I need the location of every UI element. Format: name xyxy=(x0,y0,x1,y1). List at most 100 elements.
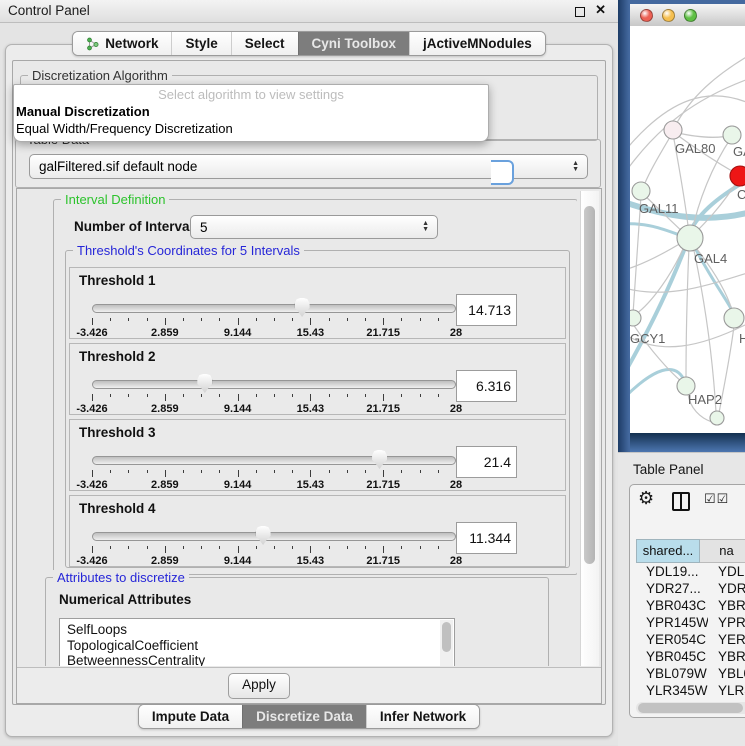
dropdown-item[interactable]: Manual Discretization xyxy=(14,103,488,120)
tab-impute-data[interactable]: Impute Data xyxy=(139,705,242,728)
num-intervals-combo[interactable]: 5 ▲▼ xyxy=(190,215,438,239)
network-view-window: GAL80GACGAL11GAL4GCY1HHAP2 xyxy=(618,0,745,452)
table-row[interactable]: YPR145WYPR1 xyxy=(636,614,745,631)
bottom-tab-strip: Impute DataDiscretize DataInfer Network xyxy=(0,704,618,729)
tab-network[interactable]: Network xyxy=(73,32,171,55)
tab-style[interactable]: Style xyxy=(171,32,230,55)
settings-scrollbar-thumb[interactable] xyxy=(584,206,595,564)
interval-definition-group: Interval Definition Number of Intervals … xyxy=(53,199,577,575)
slider-thumb[interactable] xyxy=(197,374,212,393)
dropdown-item[interactable]: Equal Width/Frequency Discretization xyxy=(14,120,488,137)
tab-discretize-data[interactable]: Discretize Data xyxy=(242,705,366,728)
threshold-panel: Threshold 3-3.4262.8599.14415.4321.71528… xyxy=(69,419,566,491)
threshold-value-field[interactable]: 21.4 xyxy=(456,446,517,478)
split-columns-icon[interactable] xyxy=(672,492,690,511)
float-window-icon[interactable] xyxy=(575,7,585,17)
group-title: Interval Definition xyxy=(61,192,169,207)
attribute-list-item[interactable]: SelfLoops xyxy=(60,622,454,638)
slider-thumb[interactable] xyxy=(256,526,271,545)
threshold-slider[interactable]: -3.4262.8599.14415.4321.71528 xyxy=(92,300,456,336)
list-scrollbar-thumb[interactable] xyxy=(442,622,451,652)
select-columns-icon[interactable]: ☑☑ xyxy=(704,491,729,507)
threshold-value-field[interactable]: 11.344 xyxy=(456,522,517,554)
group-title: Attributes to discretize xyxy=(53,570,189,585)
network-node[interactable] xyxy=(677,225,703,251)
settings-scrollbar[interactable] xyxy=(580,191,599,666)
numerical-attributes-label: Numerical Attributes xyxy=(59,592,191,607)
network-node[interactable] xyxy=(664,121,682,139)
table-row[interactable]: YLR345WYLR3 xyxy=(636,682,745,699)
node-label: C xyxy=(737,187,745,202)
gear-icon[interactable]: ⚙ xyxy=(638,488,654,509)
network-node[interactable] xyxy=(730,166,745,186)
tab-label: Cyni Toolbox xyxy=(312,35,397,52)
threshold-label: Threshold 4 xyxy=(79,501,156,516)
control-panel-titlebar: Control Panel ✕ xyxy=(0,0,618,23)
table-row[interactable]: YBR045CYBR0 xyxy=(636,648,745,665)
table-row[interactable]: YBR043CYBR0 xyxy=(636,597,745,614)
table-hscrollbar-thumb[interactable] xyxy=(638,703,743,713)
table-row[interactable]: YDR27...YDR2 xyxy=(636,580,745,597)
slider-thumb[interactable] xyxy=(372,450,387,469)
mac-close-button[interactable] xyxy=(640,9,653,22)
top-tab-strip: Network Style Select Cyni Toolbox jActiveMNo… xyxy=(0,31,618,56)
dropdown-prompt: Select algorithm to view settings xyxy=(14,87,488,103)
tab-cyni-toolbox[interactable]: Cyni Toolbox xyxy=(298,32,410,55)
cell-shared-name: YPR145W xyxy=(636,614,708,631)
table-hscrollbar[interactable] xyxy=(636,702,745,714)
slider-track[interactable] xyxy=(92,380,456,389)
threshold-value-field[interactable]: 6.316 xyxy=(456,370,517,402)
cell-name: YER0 xyxy=(708,631,745,648)
threshold-panel: Threshold 4 -3.4262.8599.14415.4321.71528… xyxy=(69,495,566,567)
node-label: GA xyxy=(733,144,745,159)
control-panel: Control Panel ✕ Network Style Select Cyni T… xyxy=(0,0,618,745)
network-canvas[interactable]: GAL80GACGAL11GAL4GCY1HHAP2 xyxy=(630,26,745,433)
slider-track[interactable] xyxy=(92,304,456,313)
network-node[interactable] xyxy=(630,310,641,326)
apply-button[interactable]: Apply xyxy=(228,673,290,699)
network-edge[interactable] xyxy=(630,78,745,174)
network-node[interactable] xyxy=(724,308,744,328)
numerical-attributes-list[interactable]: SelfLoopsTopologicalCoefficientBetweenne… xyxy=(59,618,455,666)
network-edge[interactable] xyxy=(673,56,745,130)
mac-minimize-button[interactable] xyxy=(662,9,675,22)
table-row[interactable]: YBL079WYBL0 xyxy=(636,665,745,682)
tab-infer-network[interactable]: Infer Network xyxy=(366,705,479,728)
cell-shared-name: YBR043C xyxy=(636,597,708,614)
attribute-list-item[interactable]: BetweennessCentrality xyxy=(60,653,454,666)
threshold-slider[interactable]: -3.4262.8599.14415.4321.71528 xyxy=(92,528,456,564)
tab-label: jActiveMNodules xyxy=(423,35,532,52)
cell-shared-name: YBR045C xyxy=(636,648,708,665)
slider-track[interactable] xyxy=(92,456,456,465)
network-node[interactable] xyxy=(723,126,741,144)
tab-label: Style xyxy=(185,35,217,52)
cell-name: YBL0 xyxy=(708,665,745,682)
network-edge[interactable] xyxy=(686,246,689,378)
column-header[interactable]: na xyxy=(700,539,745,563)
close-icon[interactable]: ✕ xyxy=(595,2,606,18)
tab-select[interactable]: Select xyxy=(231,32,298,55)
network-node[interactable] xyxy=(632,182,650,200)
node-label: GAL80 xyxy=(675,141,715,156)
table-row[interactable]: YDL19...YDL1 xyxy=(636,563,745,580)
tab-label: Select xyxy=(245,35,285,52)
network-edge[interactable] xyxy=(643,132,673,188)
slider-tick-labels: -3.4262.8599.14415.4321.71528 xyxy=(92,327,456,339)
column-header[interactable]: shared... xyxy=(636,539,700,563)
threshold-slider[interactable]: -3.4262.8599.14415.4321.71528 xyxy=(92,452,456,488)
algorithm-combo-focused-fragment[interactable] xyxy=(491,160,514,185)
network-window-frame-bottom xyxy=(630,433,745,452)
slider-track[interactable] xyxy=(92,532,456,541)
mac-zoom-button[interactable] xyxy=(684,9,697,22)
list-scrollbar[interactable] xyxy=(440,620,453,666)
tab-jactivemnodules[interactable]: jActiveMNodules xyxy=(409,32,545,55)
table-row[interactable]: YIL053CYIL0 xyxy=(636,699,745,701)
attribute-list-item[interactable]: TopologicalCoefficient xyxy=(60,638,454,654)
threshold-value-field[interactable]: 14.713 xyxy=(456,294,517,326)
network-edge[interactable] xyxy=(630,240,688,374)
network-node[interactable] xyxy=(710,411,724,425)
slider-thumb[interactable] xyxy=(295,298,310,317)
cell-shared-name: YLR345W xyxy=(636,682,708,699)
table-row[interactable]: YER054CYER0 xyxy=(636,631,745,648)
threshold-slider[interactable]: -3.4262.8599.14415.4321.71528 xyxy=(92,376,456,412)
